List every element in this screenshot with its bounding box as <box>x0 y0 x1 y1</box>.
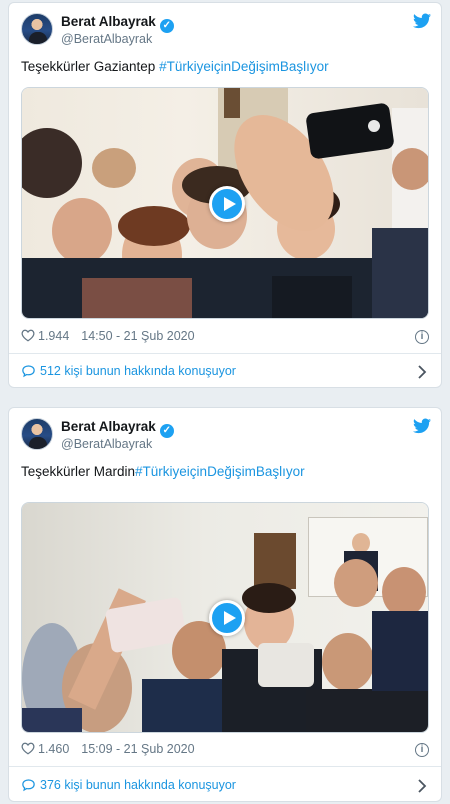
conversation-text[interactable]: 376 kişi bunun hakkında konuşuyor <box>40 778 236 792</box>
tweet-text: Teşekkürler Mardin#TürkiyeiçinDeğişimBaş… <box>21 464 305 479</box>
tweet-timestamp[interactable]: 14:50 - 21 Şub 2020 <box>81 329 194 343</box>
play-icon[interactable] <box>209 600 245 636</box>
tweet-header: Berat Albayrak ✓ @BeratAlbayrak <box>21 416 431 456</box>
hashtag-link[interactable]: #TürkiyeiçinDeğişimBaşlıyor <box>135 464 305 479</box>
tweet-meta: 1.460 15:09 - 21 Şub 2020 <box>21 742 195 756</box>
info-icon[interactable]: i <box>415 743 429 757</box>
avatar[interactable] <box>21 13 53 45</box>
conversation-link[interactable]: 512 kişi bunun hakkında konuşuyor <box>21 364 236 378</box>
conversation-link[interactable]: 376 kişi bunun hakkında konuşuyor <box>21 778 236 792</box>
video-thumbnail[interactable] <box>21 87 429 319</box>
reply-bubble-icon <box>22 779 35 792</box>
like-count[interactable]: 1.460 <box>38 742 69 756</box>
tweet-card[interactable]: Berat Albayrak ✓ @BeratAlbayrak Teşekkürl… <box>8 407 442 802</box>
avatar[interactable] <box>21 418 53 450</box>
video-thumbnail[interactable] <box>21 502 429 733</box>
heart-icon[interactable] <box>21 742 35 755</box>
verified-badge-icon: ✓ <box>159 19 174 33</box>
tweet-timestamp[interactable]: 15:09 - 21 Şub 2020 <box>81 742 194 756</box>
reply-bubble-icon <box>22 365 35 378</box>
tweet-header: Berat Albayrak ✓ @BeratAlbayrak <box>21 11 431 51</box>
play-icon[interactable] <box>209 186 245 222</box>
author-name-text[interactable]: Berat Albayrak <box>61 419 156 434</box>
info-icon[interactable]: i <box>415 330 429 344</box>
twitter-bird-icon[interactable] <box>413 418 431 434</box>
chevron-right-icon[interactable] <box>417 779 427 793</box>
twitter-bird-icon[interactable] <box>413 13 431 29</box>
tweet-text-body: Teşekkürler Mardin <box>21 464 136 479</box>
like-count[interactable]: 1.944 <box>38 329 69 343</box>
author-name-text[interactable]: Berat Albayrak <box>61 14 156 29</box>
conversation-text[interactable]: 512 kişi bunun hakkında konuşuyor <box>40 364 236 378</box>
tweet-card[interactable]: Berat Albayrak ✓ @BeratAlbayrak Teşekkürl… <box>8 2 442 388</box>
tweet-text-body: Teşekkürler Gaziantep <box>21 59 160 74</box>
heart-icon[interactable] <box>21 329 35 342</box>
hashtag-link[interactable]: #TürkiyeiçinDeğişimBaşlıyor <box>159 59 329 74</box>
author-handle[interactable]: @BeratAlbayrak <box>61 32 152 46</box>
author-name[interactable]: Berat Albayrak ✓ <box>61 14 174 33</box>
divider <box>9 766 441 767</box>
divider <box>9 353 441 354</box>
tweet-meta: 1.944 14:50 - 21 Şub 2020 <box>21 329 195 343</box>
tweet-text: Teşekkürler Gaziantep #TürkiyeiçinDeğişi… <box>21 59 329 74</box>
verified-badge-icon: ✓ <box>159 424 174 438</box>
chevron-right-icon[interactable] <box>417 365 427 379</box>
author-name[interactable]: Berat Albayrak ✓ <box>61 419 174 438</box>
author-handle[interactable]: @BeratAlbayrak <box>61 437 152 451</box>
